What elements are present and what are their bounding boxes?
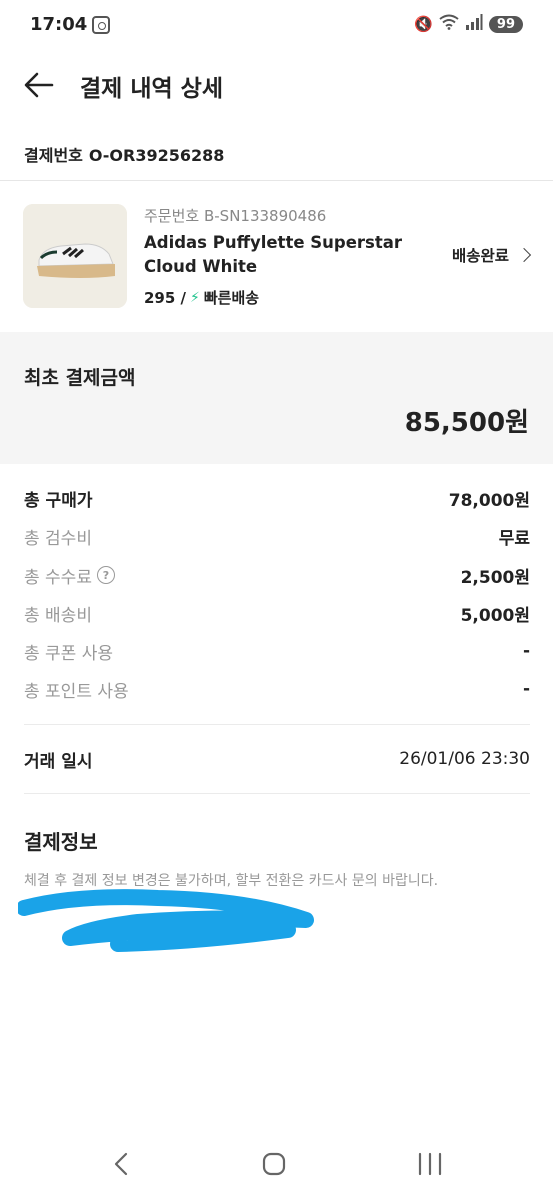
breakdown-row: 총 포인트 사용 - [24,676,530,702]
initial-payment-panel: 최초 결제금액 85,500원 [0,332,553,464]
initial-payment-label: 최초 결제금액 [24,367,136,389]
lightning-icon: ⚡ [190,289,200,306]
payment-info-title: 결제정보 [24,830,98,854]
nav-recents-button[interactable] [410,1148,450,1180]
question-mark-icon[interactable]: ? [96,566,115,584]
transaction-value: 26/01/06 23:30 [399,749,530,769]
breakdown-value: - [522,641,530,661]
delivery-status-label: 배송완료 [451,247,509,265]
chevron-right-icon [516,247,532,263]
divider [24,724,530,725]
recents-icon [418,1152,442,1176]
screenshot-icon [92,16,110,34]
divider [24,793,530,794]
product-option: 295 / ⚡ 빠른배송 [144,287,259,308]
breakdown-row: 총 수수료 ? 2,500원 [24,562,530,588]
signal-icon [465,14,483,34]
breakdown-row: 총 배송비 5,000원 [24,600,530,626]
payment-number-value: O-OR39256288 [88,146,225,165]
breakdown-row: 총 검수비 무료 [24,523,530,549]
initial-payment-amount: 85,500원 [404,408,529,438]
page: 17:04 🔇 99 결제 내역 상세 결제번호 O-OR39256288 주문… [0,0,553,1200]
battery-badge: 99 [488,15,523,33]
sneaker-image [23,204,127,308]
breakdown-value: 2,500원 [460,567,530,588]
wifi-icon [439,14,459,34]
order-number: 주문번호 B-SN133890486 [144,207,327,225]
payment-number: 결제번호 O-OR39256288 [24,142,224,166]
status-time: 17:04 [30,14,88,35]
nav-back-button[interactable] [102,1148,142,1180]
status-icons: 🔇 99 [414,14,523,34]
chevron-left-icon [114,1152,128,1176]
product-size: 295 / [144,288,187,307]
breakdown-row: 총 구매가 78,000원 [24,485,530,511]
product-image[interactable] [23,204,127,308]
breakdown-value: 78,000원 [448,490,530,511]
payment-number-label: 결제번호 [24,146,83,165]
breakdown-value: 무료 [498,528,530,549]
system-navigation-bar [0,1130,553,1200]
breakdown-value: - [522,679,530,699]
delivery-status-link[interactable]: 배송완료 [451,244,532,266]
breakdown-label: 총 쿠폰 사용 [24,643,114,664]
product-name[interactable]: Adidas Puffylette Superstar Cloud White [144,231,414,279]
breakdown-row: 총 쿠폰 사용 - [24,638,530,664]
back-button[interactable] [22,68,56,102]
breakdown-label: 총 검수비 [24,528,92,549]
breakdown-label-with-help: 총 수수료 ? [24,563,115,588]
nav-home-button[interactable] [254,1148,294,1180]
breakdown-label: 총 배송비 [24,605,92,626]
redaction-scribble [18,889,314,952]
breakdown-label: 총 포인트 사용 [24,681,129,702]
transaction-row: 거래 일시 26/01/06 23:30 [24,746,530,772]
header: 결제 내역 상세 [0,52,553,118]
breakdown-value: 5,000원 [460,605,530,626]
breakdown-label: 총 수수료 [24,567,92,588]
page-title: 결제 내역 상세 [80,76,223,102]
transaction-label: 거래 일시 [24,751,93,772]
status-bar: 17:04 🔇 99 [0,0,553,52]
divider [0,180,553,181]
breakdown-label: 총 구매가 [24,490,93,511]
shipping-badge: 빠른배송 [203,289,260,307]
home-icon [262,1152,286,1176]
back-arrow-icon [24,72,54,98]
mute-icon: 🔇 [414,15,433,33]
